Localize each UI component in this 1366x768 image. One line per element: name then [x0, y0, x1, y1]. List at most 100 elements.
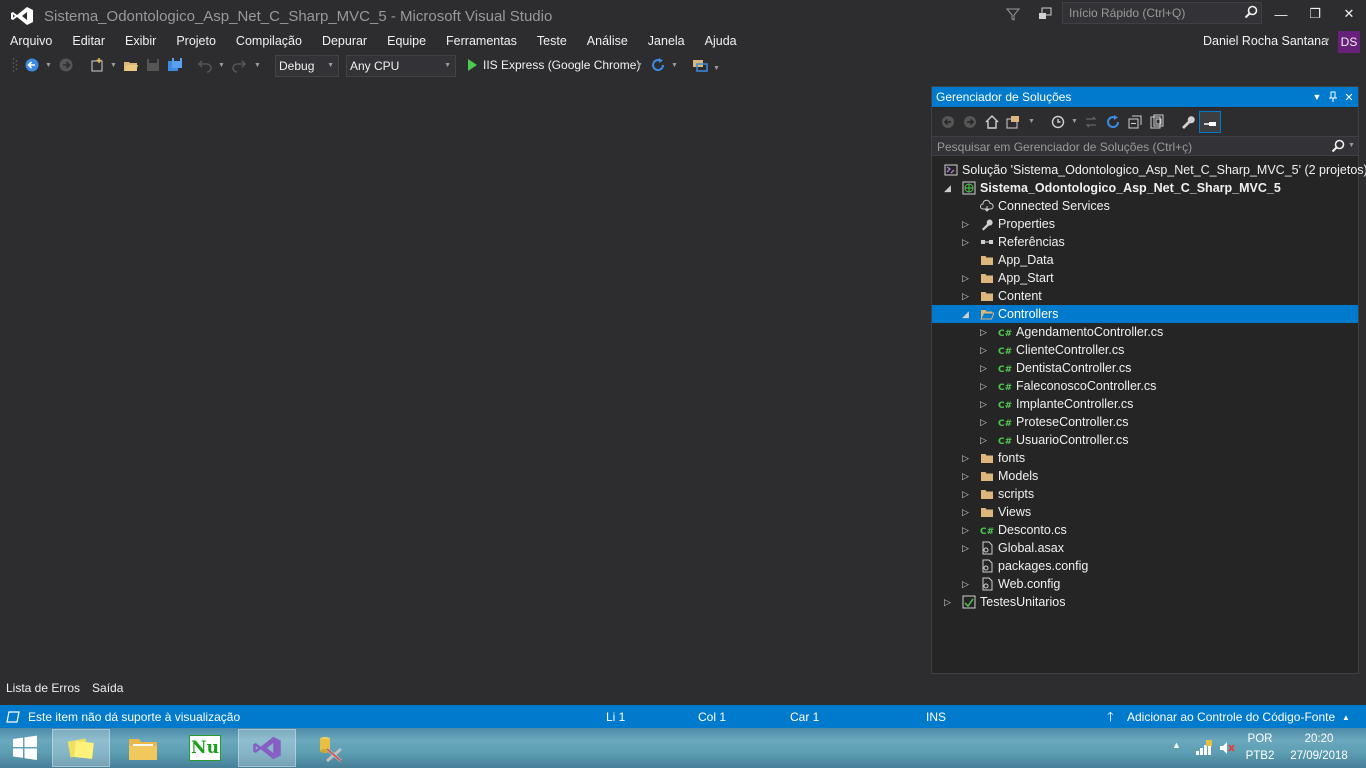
tree-item[interactable]: ▷ App_Start [932, 269, 1358, 287]
back-icon[interactable] [939, 113, 957, 131]
expand-arrow-icon[interactable]: ▷ [962, 575, 972, 593]
tree-item[interactable]: ▷ Content [932, 287, 1358, 305]
tree-item[interactable]: ▷ C# ClienteController.cs [932, 341, 1358, 359]
show-all-files-icon[interactable] [1148, 113, 1166, 131]
taskbar-sql-tool[interactable] [300, 729, 358, 767]
expand-arrow-icon[interactable]: ▷ [980, 431, 990, 449]
tree-item[interactable]: ▷ Referências [932, 233, 1358, 251]
browser-link-icon[interactable] [691, 56, 709, 74]
expand-arrow-icon[interactable]: ▷ [980, 377, 990, 395]
tree-item[interactable]: ▷ C# ProteseController.cs [932, 413, 1358, 431]
redo-icon[interactable] [230, 56, 248, 74]
menu-compilacao[interactable]: Compilação [226, 31, 312, 51]
expand-arrow-icon[interactable]: ▷ [980, 413, 990, 431]
tab-error-list[interactable]: Lista de Erros [0, 679, 86, 697]
tree-item[interactable]: ▷ scripts [932, 485, 1358, 503]
tree-item[interactable]: ▷ fonts [932, 449, 1358, 467]
menu-ferramentas[interactable]: Ferramentas [436, 31, 527, 51]
home-icon[interactable] [983, 113, 1001, 131]
taskbar-visual-studio[interactable] [238, 729, 296, 767]
menu-teste[interactable]: Teste [527, 31, 577, 51]
chevron-down-icon[interactable]: ▼ [671, 62, 678, 69]
clock-time[interactable]: 20:20 [1284, 733, 1354, 745]
tree-item[interactable]: ▷ TestesUnitarios [932, 593, 1358, 611]
chevron-down-icon[interactable]: ▼ [636, 62, 643, 69]
tree-item[interactable]: ▷ C# Desconto.cs [932, 521, 1358, 539]
tree-item[interactable]: ▷ Models [932, 467, 1358, 485]
expand-arrow-icon[interactable]: ▷ [980, 395, 990, 413]
expand-arrow-icon[interactable]: ▷ [962, 449, 972, 467]
sync-with-document-icon[interactable] [1082, 113, 1100, 131]
tab-output[interactable]: Saída [86, 679, 129, 697]
new-project-icon[interactable] [88, 56, 106, 74]
chevron-down-icon[interactable]: ▼ [1323, 36, 1331, 45]
chevron-down-icon[interactable]: ▼ [45, 62, 52, 69]
maximize-button[interactable]: ❐ [1300, 4, 1330, 24]
menu-editar[interactable]: Editar [62, 31, 115, 51]
expand-arrow-icon[interactable]: ▷ [980, 359, 990, 377]
tree-item[interactable]: ▷ Views [932, 503, 1358, 521]
tree-item[interactable]: ▷ C# ImplanteController.cs [932, 395, 1358, 413]
close-icon[interactable]: ✕ [1342, 89, 1356, 105]
keyboard-layout[interactable]: PTB2 [1242, 750, 1278, 762]
menu-depurar[interactable]: Depurar [312, 31, 377, 51]
expand-arrow-icon[interactable]: ▷ [962, 233, 972, 251]
chevron-down-icon[interactable]: ▼ [1071, 118, 1078, 125]
tree-item[interactable]: Connected Services [932, 197, 1358, 215]
feedback-icon[interactable] [1037, 6, 1053, 22]
tree-item[interactable]: ▷ C# DentistaController.cs [932, 359, 1358, 377]
collapse-all-icon[interactable] [1126, 113, 1144, 131]
taskbar-nu-app[interactable]: Nu [176, 729, 234, 767]
toolbar-grip-icon[interactable] [12, 57, 18, 73]
collapse-arrow-icon[interactable]: ◢ [962, 305, 972, 323]
pin-icon[interactable] [1326, 89, 1340, 105]
chevron-down-icon[interactable]: ▼ [254, 62, 261, 69]
undo-icon[interactable] [196, 56, 214, 74]
expand-arrow-icon[interactable]: ▷ [962, 521, 972, 539]
menu-equipe[interactable]: Equipe [377, 31, 436, 51]
chevron-down-icon[interactable]: ▼ [1310, 89, 1324, 105]
chevron-down-icon[interactable]: ▼ [218, 62, 225, 69]
chevron-down-icon[interactable]: ▼ [1028, 118, 1035, 125]
tree-item[interactable]: ◢ Sistema_Odontologico_Asp_Net_C_Sharp_MV… [932, 179, 1358, 197]
preview-selected-items-icon[interactable] [1199, 111, 1221, 133]
tree-item[interactable]: App_Data [932, 251, 1358, 269]
expand-arrow-icon[interactable]: ▷ [962, 287, 972, 305]
platform-select[interactable]: Any CPU ▼ [346, 55, 456, 77]
toolbar-options-icon[interactable]: ▼ [713, 65, 720, 72]
menu-analise[interactable]: Análise [577, 31, 638, 51]
taskbar-sticky-notes[interactable] [52, 729, 110, 767]
expand-arrow-icon[interactable]: ▷ [944, 593, 954, 611]
switch-views-icon[interactable] [1005, 113, 1023, 131]
notifications-filter-icon[interactable] [1005, 6, 1021, 22]
collapse-arrow-icon[interactable]: ◢ [944, 179, 954, 197]
menu-ajuda[interactable]: Ajuda [695, 31, 747, 51]
taskbar-file-explorer[interactable] [114, 729, 172, 767]
tree-item[interactable]: ◢ Controllers [932, 305, 1358, 323]
chevron-down-icon[interactable]: ▼ [1348, 142, 1355, 149]
minimize-button[interactable]: — [1266, 4, 1296, 24]
expand-arrow-icon[interactable]: ▷ [980, 323, 990, 341]
chevron-down-icon[interactable]: ▼ [110, 62, 117, 69]
configuration-select[interactable]: Debug ▼ [275, 55, 339, 77]
solution-search-input[interactable]: Pesquisar em Gerenciador de Soluções (Ct… [932, 136, 1358, 156]
navigate-back-icon[interactable] [23, 56, 41, 74]
tree-item[interactable]: ▷ Web.config [932, 575, 1358, 593]
search-icon[interactable] [1331, 139, 1345, 153]
tree-item[interactable]: ▷ Properties [932, 215, 1358, 233]
close-button[interactable]: ✕ [1334, 4, 1364, 24]
play-icon[interactable] [463, 56, 481, 74]
tree-item[interactable]: Solução 'Sistema_Odontologico_Asp_Net_C_… [932, 161, 1366, 179]
pending-changes-filter-icon[interactable] [1049, 113, 1067, 131]
show-hidden-icons-button[interactable]: ▲ [1172, 740, 1181, 750]
expand-arrow-icon[interactable]: ▷ [962, 503, 972, 521]
expand-arrow-icon[interactable]: ▷ [962, 215, 972, 233]
tree-item[interactable]: packages.config [932, 557, 1358, 575]
save-icon[interactable] [144, 56, 162, 74]
properties-wrench-icon[interactable] [1178, 113, 1196, 131]
expand-arrow-icon[interactable]: ▷ [980, 341, 990, 359]
network-signal-icon[interactable] [1195, 740, 1213, 756]
refresh-icon[interactable] [1104, 113, 1122, 131]
tree-item[interactable]: ▷ Global.asax [932, 539, 1358, 557]
chevron-up-icon[interactable]: ▲ [1342, 713, 1350, 722]
